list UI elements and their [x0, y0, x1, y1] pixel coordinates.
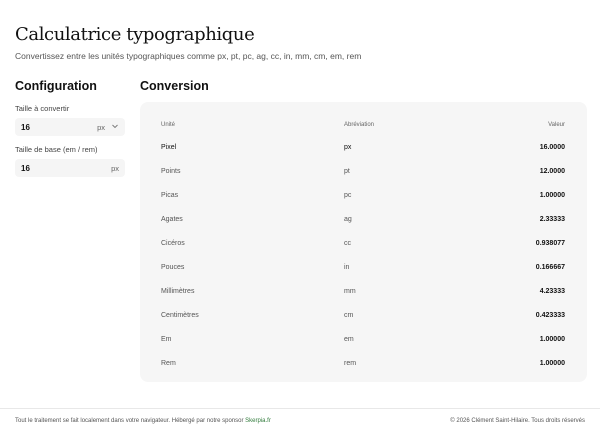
unit-name: Em: [161, 336, 172, 343]
base-size-input[interactable]: [21, 159, 81, 177]
base-size-label: Taille de base (em / rem): [15, 145, 98, 154]
unit-abbr: in: [344, 264, 350, 271]
size-field: px: [15, 118, 125, 136]
conversion-heading: Conversion: [140, 79, 209, 93]
unit-name: Cicéros: [161, 240, 185, 247]
table-row: Centimètres cm 0.423333: [140, 304, 587, 328]
unit-value: 0.938077: [535, 240, 565, 247]
unit-abbr: px: [344, 144, 352, 151]
unit-value: 4.23333: [539, 288, 565, 295]
unit-name: Agates: [161, 216, 183, 223]
unit-value: 1.00000: [539, 192, 565, 199]
unit-abbr: em: [344, 336, 354, 343]
size-input[interactable]: [21, 118, 81, 136]
unit-name: Pouces: [161, 264, 185, 271]
size-unit-select[interactable]: px: [97, 123, 105, 132]
unit-value: 0.166667: [535, 264, 565, 271]
table-row: Em em 1.00000: [140, 328, 587, 352]
unit-name: Points: [161, 168, 181, 175]
unit-value: 1.00000: [539, 360, 565, 367]
unit-abbr: cm: [344, 312, 354, 319]
page-subtitle: Convertissez entre les unités typographi…: [15, 51, 362, 61]
unit-name: Picas: [161, 192, 179, 199]
table-row: Cicéros cc 0.938077: [140, 232, 587, 256]
table-row: Rem rem 1.00000: [140, 352, 587, 376]
configuration-heading: Configuration: [15, 79, 97, 93]
table-row: Pouces in 0.166667: [140, 256, 587, 280]
size-label: Taille à convertir: [15, 104, 70, 113]
unit-abbr: pc: [344, 192, 352, 199]
unit-name: Centimètres: [161, 312, 199, 319]
unit-value: 2.33333: [539, 216, 565, 223]
table-row: Points pt 12.0000: [140, 160, 587, 184]
unit-value: 0.423333: [535, 312, 565, 319]
table-row: Agates ag 2.33333: [140, 208, 587, 232]
chevron-down-icon[interactable]: [111, 122, 119, 130]
unit-abbr: mm: [344, 288, 356, 295]
footer-text: Tout le traitement se fait localement da…: [15, 418, 246, 424]
base-size-field: px: [15, 159, 125, 177]
unit-abbr: pt: [344, 168, 350, 175]
unit-abbr: rem: [344, 360, 357, 367]
unit-value: 1.00000: [539, 336, 565, 343]
header-unit: Unité: [161, 122, 176, 128]
page-title: Calculatrice typographique: [15, 24, 255, 45]
conversion-table: Unité Abréviation Valeur Pixel px 16.000…: [140, 102, 587, 382]
table-row: Picas pc 1.00000: [140, 184, 587, 208]
header-value: Valeur: [548, 122, 565, 128]
footer-divider: [0, 408, 600, 409]
unit-name: Rem: [161, 360, 176, 367]
unit-name: Millimètres: [161, 288, 195, 295]
table-row: Pixel px 16.0000: [140, 136, 587, 160]
unit-value: 16.0000: [539, 144, 565, 151]
unit-abbr: ag: [344, 216, 352, 223]
base-size-unit: px: [111, 164, 119, 173]
table-row: Millimètres mm 4.23333: [140, 280, 587, 304]
header-abbreviation: Abréviation: [344, 122, 375, 128]
unit-name: Pixel: [161, 144, 177, 151]
footer-note: Tout le traitement se fait localement da…: [15, 418, 271, 424]
sponsor-link[interactable]: Skerpia.fr: [245, 418, 271, 424]
unit-value: 12.0000: [539, 168, 565, 175]
copyright: © 2026 Clément Saint-Hilaire. Tous droit…: [450, 418, 585, 424]
unit-abbr: cc: [344, 240, 351, 247]
